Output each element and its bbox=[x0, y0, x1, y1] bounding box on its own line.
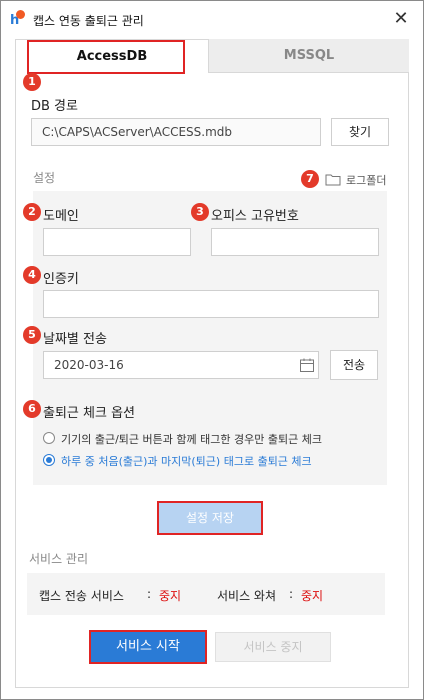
watcher-status: 중지 bbox=[301, 589, 324, 603]
step-badge-6: 6 bbox=[23, 400, 41, 418]
step-badge-1: 1 bbox=[23, 73, 41, 91]
tab-mssql[interactable]: MSSQL bbox=[209, 39, 409, 73]
stop-service-button[interactable]: 서비스 중지 bbox=[215, 632, 331, 662]
db-path-label: DB 경로 bbox=[31, 99, 78, 114]
close-icon[interactable]: ✕ bbox=[389, 7, 413, 31]
office-id-label: 오피스 고유번호 bbox=[211, 209, 299, 224]
auth-key-label: 인증키 bbox=[43, 272, 79, 287]
date-value: 2020-03-16 bbox=[54, 358, 124, 372]
watcher-sep: : bbox=[289, 587, 294, 601]
step-badge-2: 2 bbox=[23, 203, 41, 221]
option-label-2[interactable]: 하루 중 처음(출근)과 마지막(퇴근) 태그로 출퇴근 체크 bbox=[61, 453, 312, 469]
app-logo-icon: h bbox=[9, 10, 27, 28]
tab-highlight-box bbox=[27, 40, 185, 74]
start-highlight-box bbox=[89, 630, 207, 664]
save-highlight-box bbox=[157, 501, 263, 535]
watcher-label: 서비스 와쳐 bbox=[217, 589, 277, 603]
date-send-label: 날짜별 전송 bbox=[43, 332, 107, 347]
window-title: 캡스 연동 출퇴근 관리 bbox=[33, 14, 144, 28]
step-badge-3: 3 bbox=[191, 203, 209, 221]
browse-button[interactable]: 찾기 bbox=[331, 118, 389, 146]
option-radio-2[interactable] bbox=[43, 454, 55, 466]
date-picker-field[interactable]: 2020-03-16 bbox=[43, 351, 319, 379]
log-folder-link[interactable]: 로그폴더 bbox=[346, 172, 386, 188]
main-window: h 캡스 연동 출퇴근 관리 ✕ AccessDB MSSQL 1 DB 경로 … bbox=[0, 0, 424, 700]
step-badge-5: 5 bbox=[23, 326, 41, 344]
option-label-1[interactable]: 기기의 출근/퇴근 버튼과 함께 태그한 경우만 출퇴근 체크 bbox=[61, 431, 322, 447]
send-button[interactable]: 전송 bbox=[330, 350, 378, 380]
option-radio-1[interactable] bbox=[43, 432, 55, 444]
calendar-icon[interactable] bbox=[299, 357, 315, 373]
office-id-input[interactable] bbox=[211, 228, 379, 256]
domain-input[interactable] bbox=[43, 228, 191, 256]
db-path-field[interactable]: C:\CAPS\ACServer\ACCESS.mdb bbox=[31, 118, 321, 146]
folder-icon[interactable] bbox=[325, 173, 341, 186]
step-badge-7: 7 bbox=[301, 170, 319, 188]
title-bar: h 캡스 연동 출퇴근 관리 ✕ bbox=[1, 1, 423, 37]
option-label: 출퇴근 체크 옵션 bbox=[43, 406, 135, 421]
service-section-label: 서비스 관리 bbox=[29, 552, 89, 566]
auth-key-input[interactable] bbox=[43, 290, 379, 318]
caps-service-status: 중지 bbox=[159, 589, 182, 603]
domain-label: 도메인 bbox=[43, 209, 79, 224]
settings-section-label: 설정 bbox=[33, 171, 56, 185]
caps-service-label: 캡스 전송 서비스 bbox=[39, 589, 124, 603]
caps-service-sep: : bbox=[147, 587, 152, 601]
step-badge-4: 4 bbox=[23, 266, 41, 284]
